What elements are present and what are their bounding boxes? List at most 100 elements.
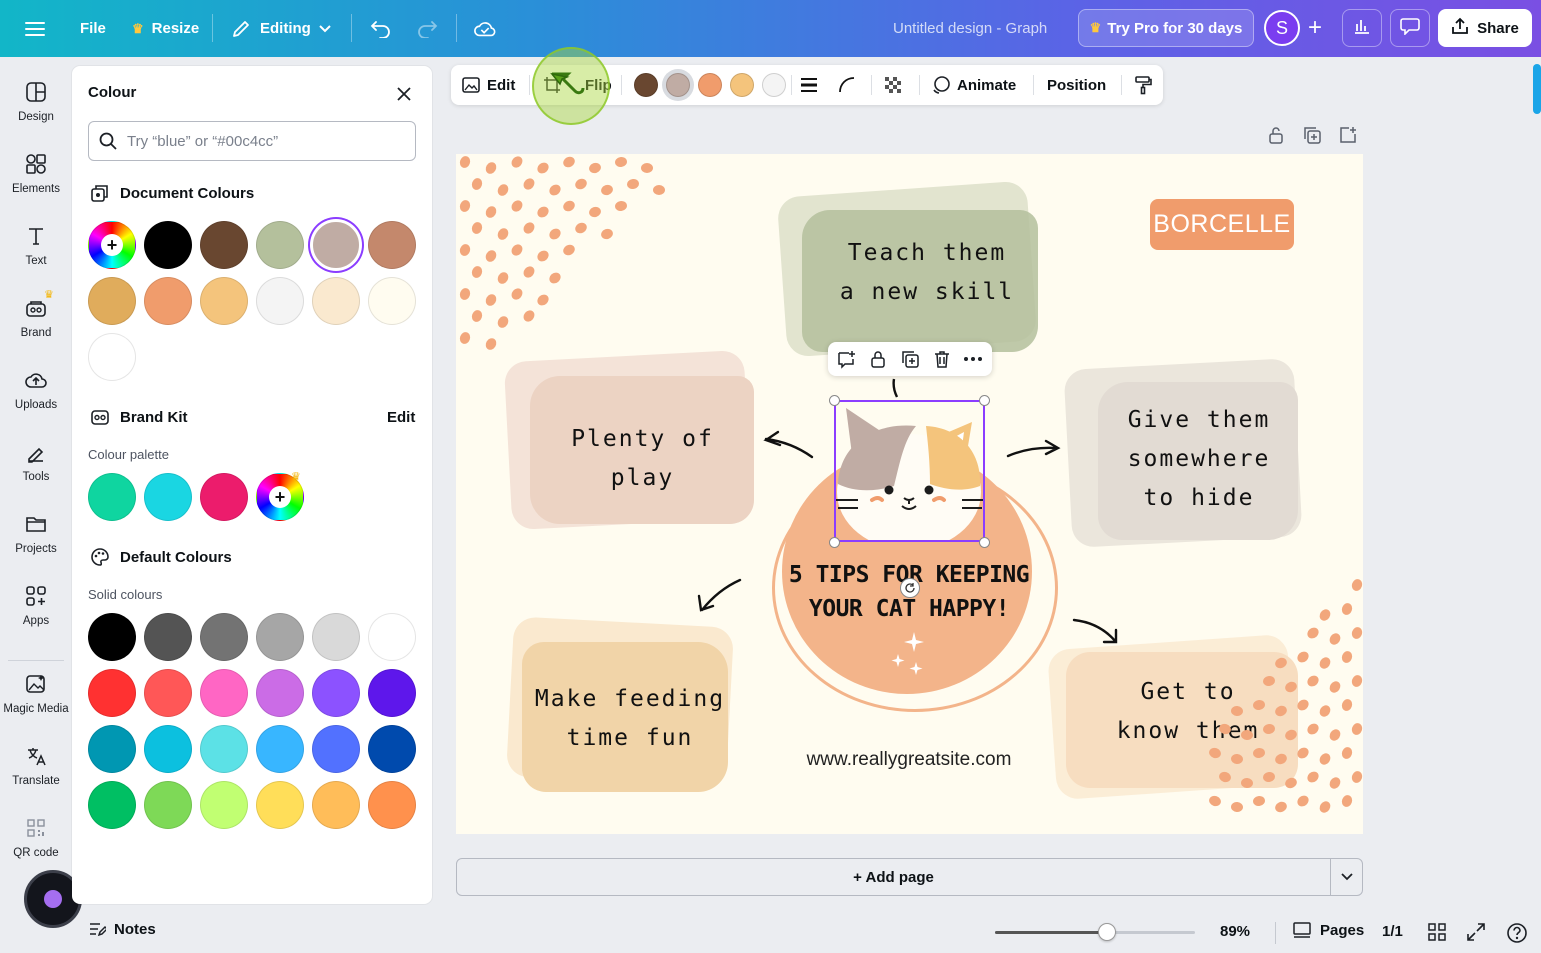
colour-search-input[interactable]: Try “blue” or “#00c4cc”	[88, 121, 416, 161]
undo-button[interactable]	[370, 0, 392, 57]
insights-button[interactable]	[1342, 9, 1382, 47]
resize-button[interactable]: ♛ Resize	[132, 0, 199, 57]
solid-colour-swatch[interactable]	[256, 725, 304, 773]
copy-style-button[interactable]	[1133, 65, 1153, 105]
solid-colour-swatch[interactable]	[368, 669, 416, 717]
duplicate-icon[interactable]	[900, 349, 920, 369]
rail-uploads[interactable]: Uploads	[0, 369, 72, 433]
lock-icon[interactable]	[868, 349, 888, 369]
solid-colour-swatch[interactable]	[256, 613, 304, 661]
brand-colour-swatch[interactable]	[88, 473, 136, 521]
solid-colour-swatch[interactable]	[200, 669, 248, 717]
document-colour-swatch[interactable]	[312, 277, 360, 325]
comment-add-icon[interactable]	[836, 350, 856, 370]
solid-colour-swatch[interactable]	[88, 781, 136, 829]
design-canvas[interactable]: BORCELLE Teach them a new skill Plenty o…	[456, 154, 1363, 834]
solid-colour-swatch[interactable]	[144, 725, 192, 773]
solid-colour-swatch[interactable]	[88, 669, 136, 717]
rail-tools[interactable]: Tools	[0, 441, 72, 505]
solid-colour-swatch[interactable]	[368, 613, 416, 661]
solid-colour-swatch[interactable]	[368, 725, 416, 773]
comments-button[interactable]	[1390, 9, 1430, 47]
menu-button[interactable]	[24, 0, 46, 57]
grid-view-button[interactable]	[1427, 922, 1447, 947]
element-colour-button[interactable]	[698, 73, 722, 97]
solid-colour-swatch[interactable]	[88, 725, 136, 773]
pages-button[interactable]: Pages	[1292, 921, 1364, 939]
zoom-level[interactable]: 89%	[1220, 923, 1250, 940]
rail-magic-media[interactable]: Magic Media	[0, 673, 72, 737]
rail-design[interactable]: Design	[0, 81, 72, 145]
document-colour-swatch[interactable]	[144, 277, 192, 325]
duplicate-page-button[interactable]	[1302, 125, 1324, 147]
resize-handle-sw[interactable]	[829, 537, 840, 548]
document-colour-swatch[interactable]	[200, 277, 248, 325]
solid-colour-swatch[interactable]	[312, 613, 360, 661]
brand-colour-swatch[interactable]	[144, 473, 192, 521]
resize-handle-se[interactable]	[979, 537, 990, 548]
solid-colour-swatch[interactable]	[256, 669, 304, 717]
rail-apps[interactable]: Apps	[0, 585, 72, 649]
solid-colour-swatch[interactable]	[144, 781, 192, 829]
document-colour-swatch[interactable]	[144, 221, 192, 269]
solid-colour-swatch[interactable]	[200, 781, 248, 829]
try-pro-button[interactable]: ♛ Try Pro for 30 days	[1078, 9, 1254, 47]
trash-icon[interactable]	[932, 349, 952, 369]
solid-colour-swatch[interactable]	[200, 725, 248, 773]
animate-button[interactable]: Animate	[931, 65, 1016, 105]
solid-colour-swatch[interactable]	[88, 613, 136, 661]
add-page-icon-button[interactable]	[1338, 125, 1360, 147]
document-colour-swatch[interactable]	[88, 333, 136, 381]
corner-rounding-button[interactable]	[837, 65, 857, 105]
rail-projects[interactable]: Projects	[0, 513, 72, 577]
rail-translate[interactable]: Translate	[0, 745, 72, 809]
position-button[interactable]: Position	[1047, 65, 1106, 105]
invite-button[interactable]: +	[1298, 10, 1332, 46]
solid-colour-swatch[interactable]	[256, 781, 304, 829]
element-colour-button[interactable]	[666, 73, 690, 97]
brand-colour-swatch[interactable]	[200, 473, 248, 521]
resize-handle-ne[interactable]	[979, 395, 990, 406]
solid-colour-swatch[interactable]	[200, 613, 248, 661]
solid-colour-swatch[interactable]	[144, 613, 192, 661]
rail-text[interactable]: Text	[0, 225, 72, 289]
document-colour-swatch[interactable]	[368, 221, 416, 269]
notes-button[interactable]: Notes	[88, 920, 156, 938]
add-colour-button[interactable]: +	[88, 221, 136, 269]
save-status-button[interactable]	[474, 0, 496, 57]
document-colour-swatch[interactable]	[368, 277, 416, 325]
solid-colour-swatch[interactable]	[312, 669, 360, 717]
solid-colour-swatch[interactable]	[312, 781, 360, 829]
document-colour-swatch[interactable]	[88, 277, 136, 325]
element-colour-button[interactable]	[634, 73, 658, 97]
design-title[interactable]: Untitled design - Graph	[893, 0, 1047, 57]
document-colour-swatch[interactable]	[256, 277, 304, 325]
border-style-button[interactable]	[799, 65, 819, 105]
lock-page-button[interactable]	[1266, 125, 1288, 147]
zoom-slider-track[interactable]	[995, 923, 1195, 941]
transparency-button[interactable]	[883, 65, 903, 105]
fullscreen-button[interactable]	[1466, 922, 1486, 947]
element-colour-button[interactable]	[762, 73, 786, 97]
add-page-button[interactable]: + Add page	[457, 859, 1330, 895]
share-button[interactable]: Share	[1438, 9, 1532, 47]
zoom-slider-thumb[interactable]	[1098, 923, 1116, 941]
rotate-handle[interactable]	[900, 578, 920, 598]
brand-kit-edit-button[interactable]: Edit	[387, 409, 415, 426]
rail-elements[interactable]: Elements	[0, 153, 72, 217]
editing-mode-dropdown[interactable]: Editing	[230, 0, 331, 57]
document-colour-swatch[interactable]	[200, 221, 248, 269]
resize-handle-nw[interactable]	[829, 395, 840, 406]
solid-colour-swatch[interactable]	[312, 725, 360, 773]
more-options-icon[interactable]	[962, 349, 984, 369]
add-page-options-button[interactable]	[1331, 859, 1363, 895]
help-button[interactable]	[1506, 922, 1528, 949]
vertical-scrollbar[interactable]	[1533, 64, 1541, 114]
document-colour-swatch[interactable]	[312, 221, 360, 269]
close-panel-button[interactable]	[392, 82, 416, 106]
avatar[interactable]: S	[1264, 10, 1300, 46]
solid-colour-swatch[interactable]	[144, 669, 192, 717]
solid-colour-swatch[interactable]	[368, 781, 416, 829]
document-colour-swatch[interactable]	[256, 221, 304, 269]
selection-frame[interactable]	[834, 400, 985, 542]
